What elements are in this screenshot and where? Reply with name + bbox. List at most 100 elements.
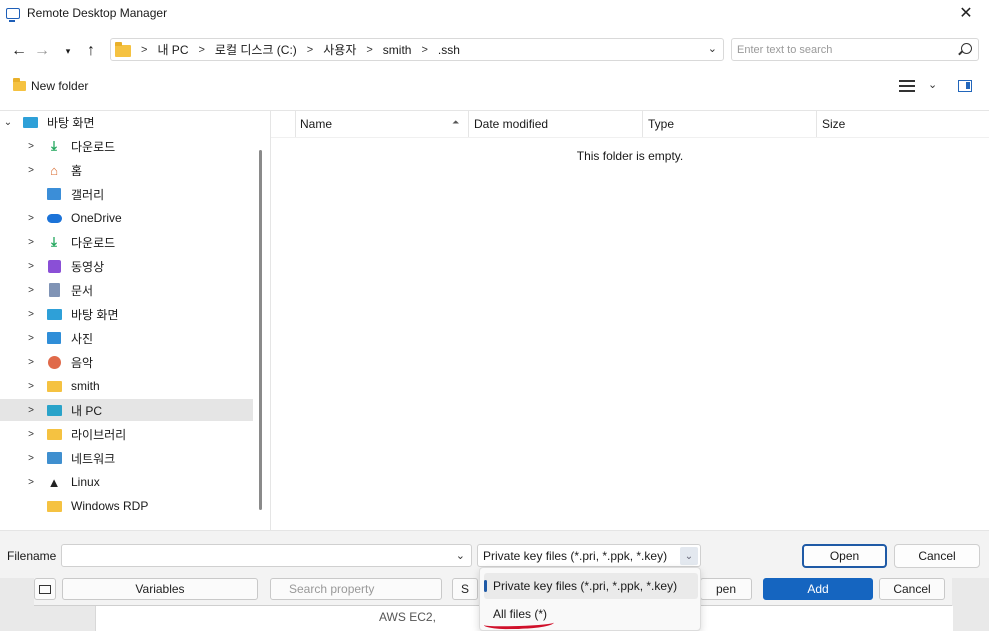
back-arrow-icon[interactable]: ← — [8, 40, 30, 62]
tree-item-videos[interactable]: > 동영상 — [0, 255, 253, 277]
column-separator[interactable] — [816, 111, 817, 137]
cancel-button[interactable]: Cancel — [894, 544, 980, 568]
breadcrumb-separator-icon[interactable]: > — [421, 44, 427, 56]
expand-chevron-right-icon[interactable]: > — [26, 453, 36, 464]
column-header-size[interactable]: Size — [822, 111, 982, 137]
background-cancel-button[interactable]: Cancel — [879, 578, 945, 600]
tree-item-label: 동영상 — [71, 259, 105, 274]
recent-locations-chevron-icon[interactable]: ▾ — [57, 40, 79, 62]
forward-arrow-icon[interactable]: → — [31, 40, 53, 62]
column-header-label: Type — [648, 117, 675, 131]
picture-icon — [46, 331, 62, 345]
view-chevron-down-icon[interactable]: ⌄ — [928, 78, 937, 91]
tree-item-label: 갤러리 — [71, 187, 105, 202]
file-type-option-label: Private key files (*.pri, *.ppk, *.key) — [493, 579, 678, 593]
view-options-icon[interactable] — [899, 80, 915, 92]
expand-chevron-right-icon[interactable]: > — [26, 141, 36, 152]
tree-item-onedrive[interactable]: > OneDrive — [0, 207, 253, 229]
column-header-name[interactable]: Name ⏶ — [300, 111, 468, 137]
tree-item-label: Linux — [71, 475, 100, 489]
tree-item-documents[interactable]: > 문서 — [0, 279, 253, 301]
breadcrumb-separator-icon[interactable]: > — [307, 44, 313, 56]
background-s-button[interactable]: S — [452, 578, 478, 600]
tree-item-music[interactable]: > 음악 — [0, 351, 253, 373]
search-input[interactable] — [732, 39, 952, 60]
breadcrumb-item[interactable]: smith — [383, 43, 412, 57]
expand-chevron-right-icon[interactable]: > — [26, 261, 36, 272]
column-header-label: Name — [300, 117, 333, 131]
tree-item-network[interactable]: > 네트워크 — [0, 447, 253, 469]
tree-item-home[interactable]: > ⌂ 홈 — [0, 159, 253, 181]
file-type-option-private-key[interactable]: Private key files (*.pri, *.ppk, *.key) — [484, 573, 698, 599]
selection-indicator — [484, 580, 487, 592]
tree-item-this-pc[interactable]: > 내 PC — [0, 399, 253, 421]
tree-item-libraries[interactable]: > 라이브러리 — [0, 423, 253, 445]
tree-item-windows-rdp[interactable]: Windows RDP — [0, 495, 253, 517]
expand-chevron-right-icon[interactable]: > — [26, 477, 36, 488]
breadcrumb-item[interactable]: 로컬 디스크 (C:) — [215, 41, 297, 58]
tree-item-downloads-2[interactable]: > ⤓ 다운로드 — [0, 231, 253, 253]
grid-icon[interactable] — [34, 578, 56, 600]
column-header-date-modified[interactable]: Date modified — [474, 111, 642, 137]
expand-chevron-right-icon[interactable]: > — [26, 213, 36, 224]
tree-item-gallery[interactable]: 갤러리 — [0, 183, 253, 205]
up-arrow-icon[interactable]: ↑ — [80, 40, 102, 62]
expand-chevron-right-icon[interactable]: > — [26, 357, 36, 368]
breadcrumb-separator-icon[interactable]: > — [141, 44, 147, 56]
expand-chevron-right-icon[interactable]: > — [26, 381, 36, 392]
gallery-icon — [46, 187, 62, 201]
download-icon: ⤓ — [51, 234, 57, 249]
filename-chevron-down-icon[interactable]: ⌄ — [456, 549, 465, 562]
tree-item-label: 문서 — [71, 283, 94, 298]
open-button[interactable]: Open — [802, 544, 887, 568]
breadcrumb-separator-icon[interactable]: > — [366, 44, 372, 56]
filename-input[interactable] — [62, 545, 442, 566]
tree-item-label: 라이브러리 — [71, 427, 127, 442]
preview-pane-icon[interactable] — [958, 80, 972, 92]
expand-chevron-right-icon[interactable]: > — [26, 165, 36, 176]
breadcrumb-item[interactable]: 내 PC — [157, 41, 188, 58]
search-icon[interactable] — [961, 43, 972, 54]
folder-icon — [115, 41, 131, 57]
folder-icon — [46, 427, 62, 441]
network-icon — [46, 451, 62, 465]
search-box[interactable] — [731, 38, 979, 61]
document-icon — [46, 283, 62, 297]
tree-item-desktop[interactable]: ⌄ 바탕 화면 — [0, 111, 253, 133]
tree-item-desktop-2[interactable]: > 바탕 화면 — [0, 303, 253, 325]
column-separator[interactable] — [468, 111, 469, 137]
tree-item-pictures[interactable]: > 사진 — [0, 327, 253, 349]
expand-chevron-right-icon[interactable]: > — [26, 285, 36, 296]
breadcrumb-item[interactable]: 사용자 — [323, 41, 356, 58]
expand-chevron-right-icon[interactable]: > — [26, 309, 36, 320]
expand-chevron-down-icon[interactable]: ⌄ — [3, 117, 13, 128]
background-add-button[interactable]: Add — [763, 578, 873, 600]
expand-chevron-right-icon[interactable]: > — [26, 237, 36, 248]
tree-item-linux[interactable]: > ▲ Linux — [0, 471, 253, 493]
filename-combobox[interactable]: ⌄ — [61, 544, 472, 567]
tree-item-downloads[interactable]: > ⤓ 다운로드 — [0, 135, 253, 157]
column-separator[interactable] — [295, 111, 296, 137]
new-folder-button[interactable]: New folder — [13, 78, 88, 93]
file-type-select[interactable]: Private key files (*.pri, *.ppk, *.key) … — [477, 544, 701, 567]
command-bar: New folder ⌄ — [0, 74, 989, 108]
home-icon: ⌂ — [50, 162, 58, 178]
tree-item-label: Windows RDP — [71, 499, 149, 513]
column-header-type[interactable]: Type — [648, 111, 816, 137]
breadcrumb-item[interactable]: .ssh — [438, 43, 460, 57]
navigation-scrollbar[interactable] — [259, 150, 262, 510]
breadcrumb-separator-icon[interactable]: > — [198, 44, 204, 56]
column-separator[interactable] — [642, 111, 643, 137]
variables-button[interactable]: Variables — [62, 578, 258, 600]
expand-chevron-right-icon[interactable]: > — [26, 333, 36, 344]
close-icon[interactable]: ✕ — [943, 0, 989, 26]
address-bar[interactable]: > 내 PC > 로컬 디스크 (C:) > 사용자 > smith > .ss… — [110, 38, 724, 61]
background-open-button[interactable]: pen — [700, 578, 752, 600]
background-search-input[interactable]: Search property — [270, 578, 442, 600]
tree-item-label: smith — [71, 379, 100, 393]
address-history-chevron-icon[interactable]: ⌄ — [708, 42, 717, 55]
expand-chevron-right-icon[interactable]: > — [26, 405, 36, 416]
expand-chevron-right-icon[interactable]: > — [26, 429, 36, 440]
file-type-chevron-down-icon[interactable]: ⌄ — [680, 547, 698, 565]
tree-item-smith[interactable]: > smith — [0, 375, 253, 397]
